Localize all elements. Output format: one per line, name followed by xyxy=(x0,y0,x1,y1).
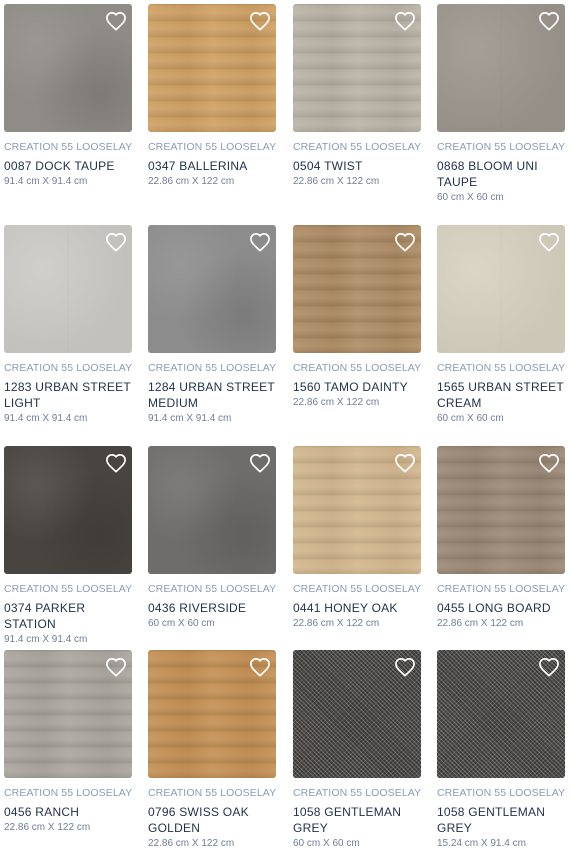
product-name[interactable]: 0374 PARKER STATION xyxy=(4,600,132,632)
product-swatch-image[interactable] xyxy=(4,446,132,574)
product-brand: CREATION 55 LOOSELAY xyxy=(293,787,422,799)
product-name[interactable]: 1058 GENTLEMAN GREY xyxy=(437,804,565,836)
product-swatch-image[interactable] xyxy=(4,650,132,778)
product-size: 22.86 cm X 122 cm xyxy=(148,838,235,849)
product-name[interactable]: 0087 DOCK TAUPE xyxy=(4,158,132,174)
product-swatch-image[interactable] xyxy=(437,225,565,353)
product-card[interactable]: CREATION 55 LOOSELAY 0374 PARKER STATION… xyxy=(4,446,132,646)
product-name[interactable]: 0347 BALLERINA xyxy=(148,158,276,174)
favorite-heart-icon[interactable] xyxy=(394,657,416,677)
product-grid: CREATION 55 LOOSELAY 0087 DOCK TAUPE 91.… xyxy=(0,0,571,849)
product-name[interactable]: 0796 SWISS OAK GOLDEN xyxy=(148,804,276,836)
product-card[interactable]: CREATION 55 LOOSELAY 1560 TAMO DAINTY 22… xyxy=(293,225,421,409)
product-brand: CREATION 55 LOOSELAY xyxy=(148,362,277,374)
product-size: 91.4 cm X 91.4 cm xyxy=(4,176,88,187)
product-size: 91.4 cm X 91.4 cm xyxy=(4,634,88,645)
product-card[interactable]: CREATION 55 LOOSELAY 1565 URBAN STREET C… xyxy=(437,225,565,425)
product-swatch-image[interactable] xyxy=(293,4,421,132)
product-brand: CREATION 55 LOOSELAY xyxy=(437,583,566,595)
product-name[interactable]: 1283 URBAN STREET LIGHT xyxy=(4,379,132,411)
product-brand: CREATION 55 LOOSELAY xyxy=(437,362,566,374)
product-brand: CREATION 55 LOOSELAY xyxy=(148,583,277,595)
product-card[interactable]: CREATION 55 LOOSELAY 0868 BLOOM UNI TAUP… xyxy=(437,4,565,204)
product-size: 91.4 cm X 91.4 cm xyxy=(4,413,88,424)
product-name[interactable]: 1565 URBAN STREET CREAM xyxy=(437,379,565,411)
product-name[interactable]: 1284 URBAN STREET MEDIUM xyxy=(148,379,276,411)
product-swatch-image[interactable] xyxy=(437,4,565,132)
product-swatch-image[interactable] xyxy=(293,650,421,778)
product-brand: CREATION 55 LOOSELAY xyxy=(437,141,566,153)
product-card[interactable]: CREATION 55 LOOSELAY 1058 GENTLEMAN GREY… xyxy=(437,650,565,850)
product-swatch-image[interactable] xyxy=(293,446,421,574)
product-brand: CREATION 55 LOOSELAY xyxy=(4,362,133,374)
product-swatch-image[interactable] xyxy=(148,225,276,353)
product-size: 22.86 cm X 122 cm xyxy=(293,397,380,408)
product-swatch-image[interactable] xyxy=(148,650,276,778)
product-card[interactable]: CREATION 55 LOOSELAY 0504 TWIST 22.86 cm… xyxy=(293,4,421,188)
product-size: 22.86 cm X 122 cm xyxy=(293,618,380,629)
product-name[interactable]: 0504 TWIST xyxy=(293,158,421,174)
product-brand: CREATION 55 LOOSELAY xyxy=(293,362,422,374)
favorite-heart-icon[interactable] xyxy=(538,657,560,677)
product-size: 22.86 cm X 122 cm xyxy=(148,176,235,187)
product-card[interactable]: CREATION 55 LOOSELAY 1058 GENTLEMAN GREY… xyxy=(293,650,421,850)
favorite-heart-icon[interactable] xyxy=(394,453,416,473)
favorite-heart-icon[interactable] xyxy=(105,657,127,677)
product-size: 22.86 cm X 122 cm xyxy=(4,822,91,833)
product-name[interactable]: 0868 BLOOM UNI TAUPE xyxy=(437,158,565,190)
product-swatch-image[interactable] xyxy=(293,225,421,353)
product-card[interactable]: CREATION 55 LOOSELAY 0441 HONEY OAK 22.8… xyxy=(293,446,421,630)
product-card[interactable]: CREATION 55 LOOSELAY 0796 SWISS OAK GOLD… xyxy=(148,650,276,850)
favorite-heart-icon[interactable] xyxy=(538,11,560,31)
product-size: 15.24 cm X 91.4 cm xyxy=(437,838,526,849)
favorite-heart-icon[interactable] xyxy=(394,232,416,252)
product-swatch-image[interactable] xyxy=(148,446,276,574)
product-swatch-image[interactable] xyxy=(148,4,276,132)
product-size: 60 cm X 60 cm xyxy=(148,618,215,629)
product-brand: CREATION 55 LOOSELAY xyxy=(148,141,277,153)
product-card[interactable]: CREATION 55 LOOSELAY 0087 DOCK TAUPE 91.… xyxy=(4,4,132,188)
favorite-heart-icon[interactable] xyxy=(105,453,127,473)
favorite-heart-icon[interactable] xyxy=(105,11,127,31)
product-card[interactable]: CREATION 55 LOOSELAY 0436 RIVERSIDE 60 c… xyxy=(148,446,276,630)
product-name[interactable]: 1058 GENTLEMAN GREY xyxy=(293,804,421,836)
product-card[interactable]: CREATION 55 LOOSELAY 1284 URBAN STREET M… xyxy=(148,225,276,425)
favorite-heart-icon[interactable] xyxy=(249,657,271,677)
product-size: 22.86 cm X 122 cm xyxy=(437,618,524,629)
favorite-heart-icon[interactable] xyxy=(249,453,271,473)
product-size: 60 cm X 60 cm xyxy=(293,838,360,849)
product-card[interactable]: CREATION 55 LOOSELAY 0455 LONG BOARD 22.… xyxy=(437,446,565,630)
product-card[interactable]: CREATION 55 LOOSELAY 1283 URBAN STREET L… xyxy=(4,225,132,425)
product-brand: CREATION 55 LOOSELAY xyxy=(293,583,422,595)
product-brand: CREATION 55 LOOSELAY xyxy=(148,787,277,799)
product-size: 60 cm X 60 cm xyxy=(437,413,504,424)
product-name[interactable]: 1560 TAMO DAINTY xyxy=(293,379,421,395)
product-swatch-image[interactable] xyxy=(4,225,132,353)
favorite-heart-icon[interactable] xyxy=(105,232,127,252)
product-brand: CREATION 55 LOOSELAY xyxy=(4,141,133,153)
product-size: 91.4 cm X 91.4 cm xyxy=(148,413,232,424)
product-name[interactable]: 0456 RANCH xyxy=(4,804,132,820)
product-name[interactable]: 0455 LONG BOARD xyxy=(437,600,565,616)
product-brand: CREATION 55 LOOSELAY xyxy=(293,141,422,153)
product-name[interactable]: 0436 RIVERSIDE xyxy=(148,600,276,616)
product-card[interactable]: CREATION 55 LOOSELAY 0347 BALLERINA 22.8… xyxy=(148,4,276,188)
product-swatch-image[interactable] xyxy=(4,4,132,132)
product-swatch-image[interactable] xyxy=(437,446,565,574)
product-card[interactable]: CREATION 55 LOOSELAY 0456 RANCH 22.86 cm… xyxy=(4,650,132,834)
favorite-heart-icon[interactable] xyxy=(249,11,271,31)
product-brand: CREATION 55 LOOSELAY xyxy=(4,787,133,799)
product-brand: CREATION 55 LOOSELAY xyxy=(4,583,133,595)
product-size: 22.86 cm X 122 cm xyxy=(293,176,380,187)
favorite-heart-icon[interactable] xyxy=(249,232,271,252)
product-size: 60 cm X 60 cm xyxy=(437,192,504,203)
favorite-heart-icon[interactable] xyxy=(394,11,416,31)
product-brand: CREATION 55 LOOSELAY xyxy=(437,787,566,799)
favorite-heart-icon[interactable] xyxy=(538,453,560,473)
favorite-heart-icon[interactable] xyxy=(538,232,560,252)
product-swatch-image[interactable] xyxy=(437,650,565,778)
product-name[interactable]: 0441 HONEY OAK xyxy=(293,600,421,616)
